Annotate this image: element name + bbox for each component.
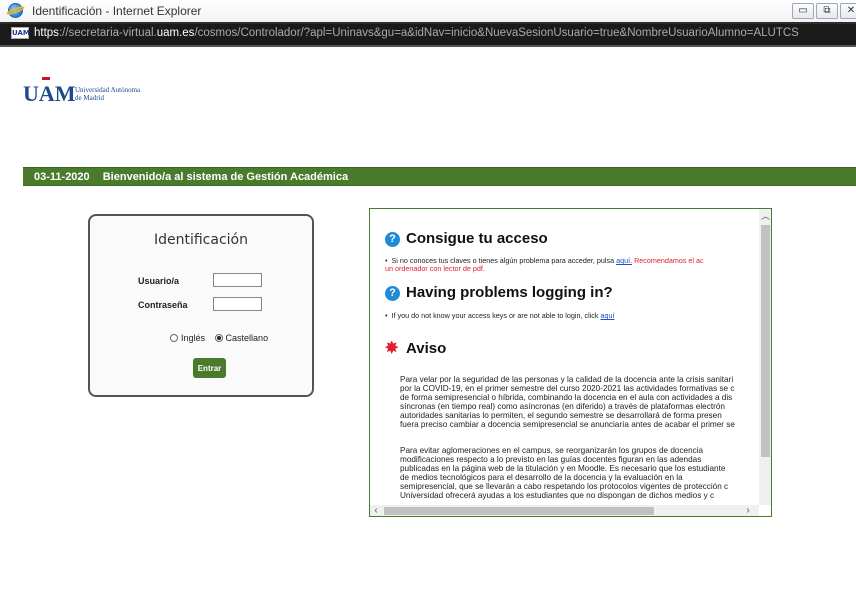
uam-logo-mark: UAM <box>23 81 76 106</box>
radio-spanish[interactable] <box>214 334 223 342</box>
password-label: Contraseña <box>138 300 188 310</box>
help-text: • If you do not know your access keys or… <box>385 311 615 320</box>
welcome-banner: 03-11-2020 Bienvenido/a al sistema de Ge… <box>23 167 856 186</box>
info-panel: ? Consigue tu acceso • Si no conoces tus … <box>369 208 772 517</box>
question-icon: ? <box>385 232 400 247</box>
minimize-button[interactable]: ▭ <box>792 3 814 19</box>
warning-burst-icon: ✸ <box>385 340 399 357</box>
login-form: Identificación Usuario/a Contraseña Ingl… <box>88 214 314 397</box>
language-selector: Inglés Castellano <box>170 333 275 343</box>
username-label: Usuario/a <box>138 276 180 286</box>
horizontal-scroll-thumb[interactable] <box>384 507 654 515</box>
access-red-note: un ordenador con lector de pdf. <box>385 264 485 273</box>
scroll-right-icon[interactable]: › <box>742 505 754 516</box>
scroll-up-icon[interactable]: ︿ <box>759 209 771 223</box>
vertical-scroll-thumb[interactable] <box>761 225 770 457</box>
uam-logo-text: Universidad Autónoma de Madrid <box>75 86 141 102</box>
address-bar[interactable]: UAM https://secretaria-virtual.uam.es/co… <box>0 22 856 47</box>
access-help-link[interactable]: aquí. <box>616 256 632 265</box>
help-heading: ? Having problems logging in? <box>385 284 613 301</box>
username-input[interactable] <box>213 273 262 287</box>
password-input[interactable] <box>213 297 262 311</box>
banner-date: 03-11-2020 <box>34 171 90 183</box>
horizontal-scrollbar[interactable]: ‹ › <box>370 505 759 516</box>
info-panel-content: ? Consigue tu acceso • Si no conoces tus … <box>370 209 759 505</box>
language-option-spanish[interactable]: Castellano <box>214 333 268 343</box>
help-link[interactable]: aquí <box>600 311 614 320</box>
notice-paragraph-1: Para velar por la seguridad de las perso… <box>400 375 735 430</box>
login-submit-button[interactable]: Entrar <box>193 358 226 378</box>
question-icon: ? <box>385 286 400 301</box>
access-heading: ? Consigue tu acceso <box>385 230 548 247</box>
radio-english[interactable] <box>170 334 178 342</box>
site-favicon-icon: UAM <box>11 27 30 39</box>
notice-paragraph-2: Para evitar aglomeraciones en el campus,… <box>400 446 729 501</box>
language-option-english[interactable]: Inglés <box>170 333 205 343</box>
close-button[interactable]: ✕ <box>840 3 856 19</box>
vertical-scrollbar[interactable]: ︿ <box>759 209 771 505</box>
internet-explorer-icon <box>8 3 23 18</box>
window-title: Identificación - Internet Explorer <box>32 4 202 18</box>
notice-heading: ✸ Aviso <box>385 340 447 357</box>
login-title: Identificación <box>153 232 248 248</box>
address-url[interactable]: https://secretaria-virtual.uam.es/cosmos… <box>34 27 799 39</box>
banner-welcome: Bienvenido/a al sistema de Gestión Acadé… <box>102 171 349 183</box>
scroll-left-icon[interactable]: ‹ <box>370 505 382 516</box>
maximize-button[interactable]: ⧉ <box>816 3 838 19</box>
window-title-bar: Identificación - Internet Explorer ▭ ⧉ ✕ <box>0 0 856 23</box>
